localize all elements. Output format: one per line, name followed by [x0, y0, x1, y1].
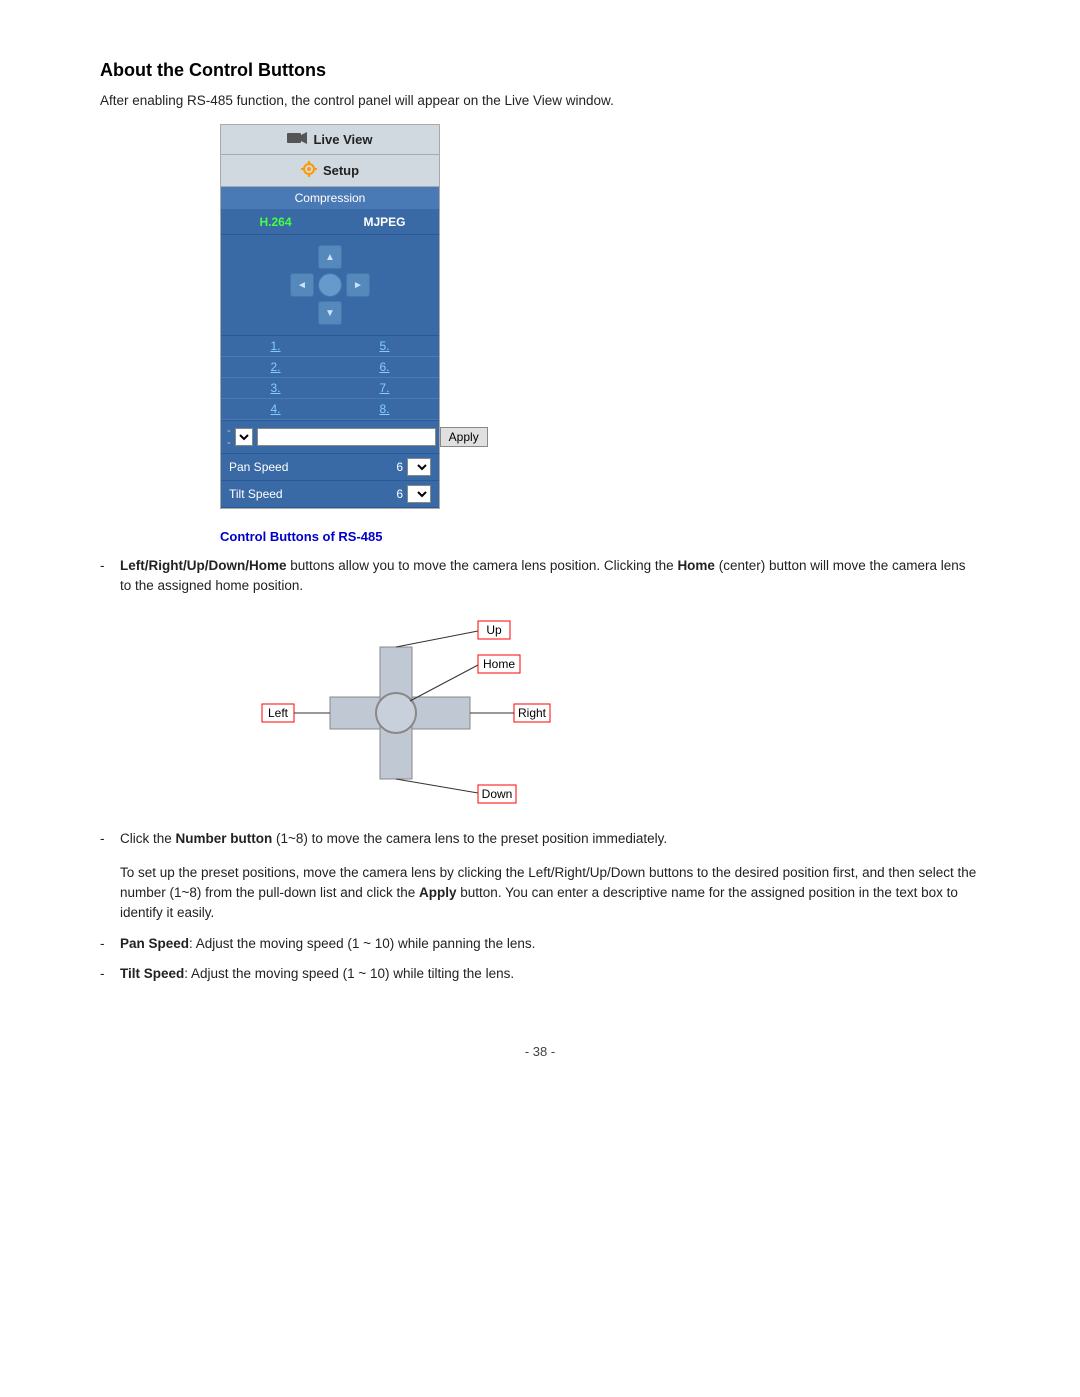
preset-1[interactable]: 1.: [221, 336, 330, 357]
live-view-row: Live View: [221, 125, 439, 155]
live-view-label: Live View: [313, 132, 372, 147]
dpad-panel: ▲ ▼ ◄ ►: [221, 235, 439, 336]
preset-select[interactable]: ▼: [235, 428, 253, 446]
bullet-item-pan: - Pan Speed: Adjust the moving speed (1 …: [100, 934, 980, 954]
intro-text: After enabling RS-485 function, the cont…: [100, 93, 980, 108]
bullet-dash-tilt: -: [100, 964, 120, 984]
preset-6[interactable]: 6.: [330, 357, 439, 378]
svg-text:Home: Home: [483, 657, 515, 671]
setup-icon: [301, 161, 317, 180]
control-panel-image: Live View Setup Compression H.264 MJPEG: [100, 124, 980, 509]
tilt-speed-select[interactable]: ▼: [407, 485, 431, 503]
pan-speed-value: 6: [396, 460, 403, 474]
compression-label: Compression: [221, 187, 439, 210]
bullet-content-1: Left/Right/Up/Down/Home buttons allow yo…: [120, 556, 980, 597]
preset-8[interactable]: 8.: [330, 399, 439, 420]
tilt-speed-row: Tilt Speed 6 ▼: [221, 481, 439, 508]
caption: Control Buttons of RS-485: [220, 529, 980, 544]
preset-5[interactable]: 5.: [330, 336, 439, 357]
svg-text:Left: Left: [268, 706, 289, 720]
pan-speed-label: Pan Speed: [229, 460, 396, 474]
bullet-section-1: - Left/Right/Up/Down/Home buttons allow …: [100, 556, 980, 597]
setup-row: Setup: [221, 155, 439, 187]
preset-numbers: 1. 5. 2. 6. 3. 7. 4. 8.: [221, 336, 439, 421]
dpad-diagram-svg: Up Home Left Right Down: [260, 613, 580, 813]
apply-row: -- ▼ Apply: [221, 421, 439, 454]
tilt-speed-label: Tilt Speed: [229, 487, 396, 501]
preset-7[interactable]: 7.: [330, 378, 439, 399]
dpad-diagram: Up Home Left Right Down: [260, 613, 540, 813]
dpad-control: ▲ ▼ ◄ ►: [290, 245, 370, 325]
bullet-item-2: - Click the Number button (1~8) to move …: [100, 829, 980, 849]
svg-text:Down: Down: [482, 787, 513, 801]
bullet-dash-2: -: [100, 829, 120, 849]
svg-text:Right: Right: [518, 706, 547, 720]
bullet-content-pan: Pan Speed: Adjust the moving speed (1 ~ …: [120, 934, 980, 954]
down-button[interactable]: ▼: [318, 301, 342, 325]
apply-dash: --: [227, 425, 231, 449]
bullet-dash-1: -: [100, 556, 120, 597]
home-button[interactable]: [318, 273, 342, 297]
h264-codec: H.264: [221, 210, 330, 234]
svg-text:Up: Up: [486, 623, 502, 637]
bullet-content-tilt: Tilt Speed: Adjust the moving speed (1 ~…: [120, 964, 980, 984]
apply-button[interactable]: Apply: [440, 427, 488, 447]
left-button[interactable]: ◄: [290, 273, 314, 297]
mjpeg-codec: MJPEG: [330, 210, 439, 234]
bullet-section-2: - Click the Number button (1~8) to move …: [100, 829, 980, 849]
pan-speed-select[interactable]: ▼: [407, 458, 431, 476]
preset-4[interactable]: 4.: [221, 399, 330, 420]
setup-label: Setup: [323, 163, 359, 178]
bullet-section-3: - Pan Speed: Adjust the moving speed (1 …: [100, 934, 980, 985]
tilt-speed-value: 6: [396, 487, 403, 501]
bullet-item-1: - Left/Right/Up/Down/Home buttons allow …: [100, 556, 980, 597]
live-view-icon: [287, 131, 307, 148]
section-title: About the Control Buttons: [100, 60, 980, 81]
up-button[interactable]: ▲: [318, 245, 342, 269]
control-panel-ui: Live View Setup Compression H.264 MJPEG: [220, 124, 440, 509]
right-button[interactable]: ►: [346, 273, 370, 297]
bullet-dash-pan: -: [100, 934, 120, 954]
pan-speed-row: Pan Speed 6 ▼: [221, 454, 439, 481]
preset-3[interactable]: 3.: [221, 378, 330, 399]
preset-2[interactable]: 2.: [221, 357, 330, 378]
codec-row: H.264 MJPEG: [221, 210, 439, 235]
page-number: - 38 -: [100, 1044, 980, 1059]
bullet-content-2: Click the Number button (1~8) to move th…: [120, 829, 980, 849]
preset-name-input[interactable]: [257, 428, 436, 446]
indent-paragraph: To set up the preset positions, move the…: [120, 863, 980, 924]
bullet-item-tilt: - Tilt Speed: Adjust the moving speed (1…: [100, 964, 980, 984]
